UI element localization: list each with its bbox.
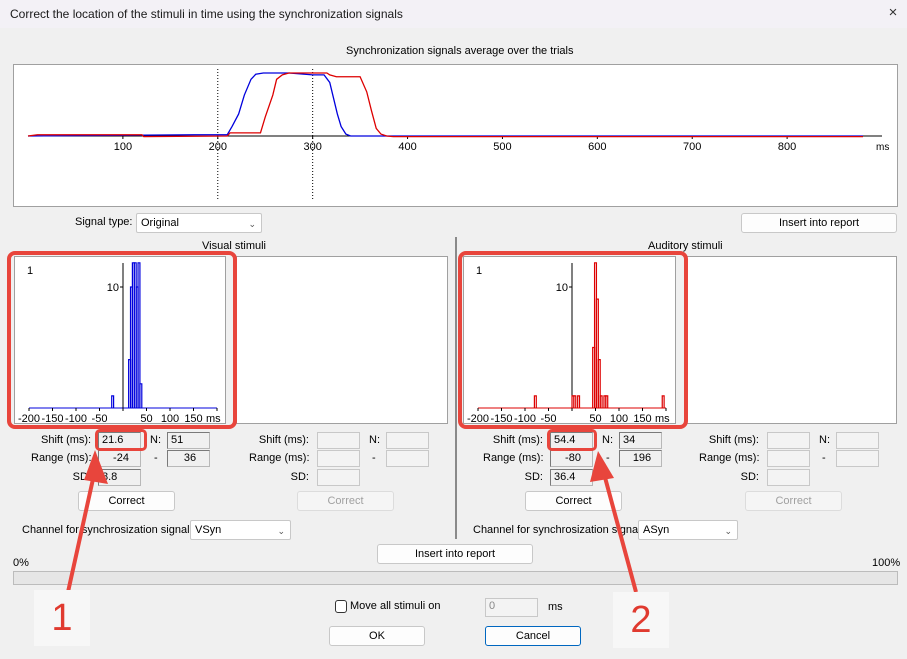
series-line: [27, 72, 864, 137]
x-unit-label: ms: [876, 142, 889, 153]
move-all-label: Move all stimuli on: [350, 600, 441, 612]
auditory-corrected-n-field: [836, 432, 879, 449]
visual-sd-label: SD:: [72, 471, 91, 483]
auditory-corrected-shift-field: [767, 432, 810, 449]
title-bar: Correct the location of the stimuli in t…: [0, 0, 907, 28]
annotation-badge-2: 2: [613, 592, 669, 648]
auditory-n-field: 34: [619, 432, 662, 449]
insert-into-report-bottom-button[interactable]: Insert into report: [377, 544, 533, 564]
signal-type-label: Signal type:: [75, 216, 133, 228]
annotation-auditory-shift-highlight: [547, 429, 597, 451]
ok-button[interactable]: OK: [329, 626, 425, 646]
auditory-corrected-sd-label: SD:: [740, 471, 759, 483]
section-divider: [455, 237, 457, 539]
x-tick-label: 400: [398, 141, 416, 153]
visual-corrected-range-max-field: [386, 450, 429, 467]
close-icon[interactable]: ×: [882, 3, 904, 25]
auditory-channel-label: Channel for synchrosization signal:: [473, 524, 644, 536]
visual-corrected-range-separator: -: [372, 452, 376, 464]
chevron-down-icon: ⌄: [277, 526, 285, 536]
visual-correct-button[interactable]: Correct: [78, 491, 175, 511]
visual-corrected-shift-field: [317, 432, 360, 449]
auditory-range-separator: -: [606, 452, 610, 464]
visual-range-label: Range (ms):: [31, 452, 92, 464]
sync-signals-chart: 100 200 300 400 500 600 700 800 ms: [27, 69, 889, 201]
visual-corrected-correct-button[interactable]: Correct: [297, 491, 394, 511]
signal-type-select[interactable]: Original ⌄: [136, 213, 262, 233]
annotation-badge-1: 1: [34, 590, 90, 646]
progress-max-label: 100%: [872, 557, 901, 569]
series-line: [27, 72, 864, 138]
visual-channel-select[interactable]: VSyn ⌄: [190, 520, 291, 540]
visual-n-field: 51: [167, 432, 210, 449]
annotation-auditory-highlight: [458, 251, 688, 429]
auditory-corrected-sd-field: [767, 469, 810, 486]
auditory-sd-field: 36.4: [550, 469, 593, 486]
progress-min-label: 0%: [13, 557, 29, 569]
signal-type-value: Original: [141, 217, 179, 229]
move-all-checkbox[interactable]: [335, 600, 347, 613]
annotation-visual-shift-highlight: [95, 429, 147, 451]
move-all-ms-input[interactable]: 0: [485, 598, 538, 617]
visual-range-min-field: -24: [98, 450, 141, 467]
visual-corrected-n-label: N:: [369, 434, 380, 446]
auditory-range-max-field: 196: [619, 450, 662, 467]
auditory-corrected-range-min-field: [767, 450, 810, 467]
window-title: Correct the location of the stimuli in t…: [10, 7, 403, 21]
visual-corrected-range-label: Range (ms):: [249, 452, 310, 464]
visual-histogram-corrected: [236, 256, 448, 424]
visual-range-max-field: 36: [167, 450, 210, 467]
chevron-down-icon: ⌄: [248, 219, 256, 229]
visual-corrected-n-field: [386, 432, 429, 449]
auditory-corrected-correct-button[interactable]: Correct: [745, 491, 842, 511]
auditory-range-label: Range (ms):: [483, 452, 544, 464]
progress-bar: [13, 571, 898, 585]
visual-corrected-range-min-field: [317, 450, 360, 467]
auditory-corrected-shift-label: Shift (ms):: [708, 434, 759, 446]
auditory-channel-select[interactable]: ASyn ⌄: [638, 520, 738, 540]
sync-plot-title: Synchronization signals average over the…: [346, 45, 574, 57]
auditory-corrected-n-label: N:: [819, 434, 830, 446]
auditory-corrected-range-max-field: [836, 450, 879, 467]
auditory-corrected-range-label: Range (ms):: [699, 452, 760, 464]
x-tick-label: 500: [493, 141, 511, 153]
visual-n-label: N:: [150, 434, 161, 446]
auditory-correct-button[interactable]: Correct: [525, 491, 622, 511]
auditory-channel-value: ASyn: [643, 524, 670, 536]
auditory-histogram-corrected: [685, 256, 897, 424]
x-tick-label: 800: [778, 141, 796, 153]
move-all-unit-label: ms: [548, 601, 563, 613]
sync-signals-plot: 100 200 300 400 500 600 700 800 ms: [13, 64, 898, 207]
visual-channel-label: Channel for synchrosization signal:: [22, 524, 193, 536]
visual-sd-field: 8.8: [98, 469, 141, 486]
auditory-sd-label: SD:: [524, 471, 543, 483]
auditory-shift-label: Shift (ms):: [492, 434, 543, 446]
visual-range-separator: -: [154, 452, 158, 464]
chevron-down-icon: ⌄: [724, 526, 732, 536]
auditory-range-min-field: -80: [550, 450, 593, 467]
visual-corrected-sd-label: SD:: [290, 471, 309, 483]
auditory-n-label: N:: [602, 434, 613, 446]
visual-shift-label: Shift (ms):: [41, 434, 92, 446]
auditory-corrected-range-separator: -: [822, 452, 826, 464]
annotation-arrowhead-2: [590, 451, 614, 482]
x-tick-label: 600: [588, 141, 606, 153]
x-tick-label: 100: [114, 141, 132, 153]
visual-channel-value: VSyn: [195, 524, 222, 536]
insert-into-report-top-button[interactable]: Insert into report: [741, 213, 897, 233]
cancel-button[interactable]: Cancel: [485, 626, 581, 646]
visual-corrected-sd-field: [317, 469, 360, 486]
annotation-visual-highlight: [7, 251, 237, 429]
visual-corrected-shift-label: Shift (ms):: [258, 434, 309, 446]
x-tick-label: 700: [683, 141, 701, 153]
